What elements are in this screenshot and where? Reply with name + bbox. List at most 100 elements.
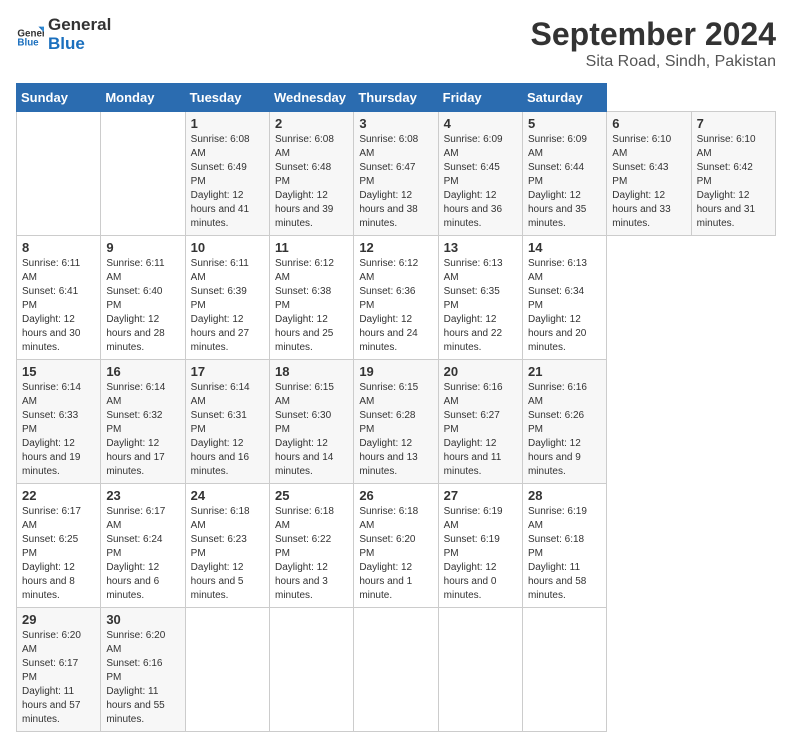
- table-row: 15 Sunrise: 6:14 AMSunset: 6:33 PMDaylig…: [17, 360, 101, 484]
- day-number: 20: [444, 364, 517, 379]
- calendar-body: 1 Sunrise: 6:08 AMSunset: 6:49 PMDayligh…: [17, 112, 776, 732]
- day-info: Sunrise: 6:09 AMSunset: 6:45 PMDaylight:…: [444, 134, 503, 229]
- day-info: Sunrise: 6:18 AMSunset: 6:23 PMDaylight:…: [191, 506, 250, 601]
- day-info: Sunrise: 6:08 AMSunset: 6:49 PMDaylight:…: [191, 134, 250, 229]
- day-info: Sunrise: 6:16 AMSunset: 6:27 PMDaylight:…: [444, 382, 503, 477]
- day-number: 3: [359, 116, 432, 131]
- day-info: Sunrise: 6:08 AMSunset: 6:48 PMDaylight:…: [275, 134, 334, 229]
- day-info: Sunrise: 6:12 AMSunset: 6:36 PMDaylight:…: [359, 258, 418, 353]
- day-number: 19: [359, 364, 432, 379]
- table-row: 13 Sunrise: 6:13 AMSunset: 6:35 PMDaylig…: [438, 236, 522, 360]
- table-row: [522, 608, 606, 732]
- day-number: 2: [275, 116, 348, 131]
- day-number: 11: [275, 240, 348, 255]
- day-number: 27: [444, 488, 517, 503]
- table-row: 12 Sunrise: 6:12 AMSunset: 6:36 PMDaylig…: [354, 236, 438, 360]
- day-number: 13: [444, 240, 517, 255]
- col-header-saturday: Saturday: [522, 84, 606, 112]
- table-row: 27 Sunrise: 6:19 AMSunset: 6:19 PMDaylig…: [438, 484, 522, 608]
- table-row: 28 Sunrise: 6:19 AMSunset: 6:18 PMDaylig…: [522, 484, 606, 608]
- day-info: Sunrise: 6:17 AMSunset: 6:25 PMDaylight:…: [22, 506, 81, 601]
- calendar-week-1: 1 Sunrise: 6:08 AMSunset: 6:49 PMDayligh…: [17, 112, 776, 236]
- day-number: 22: [22, 488, 95, 503]
- table-row: 17 Sunrise: 6:14 AMSunset: 6:31 PMDaylig…: [185, 360, 269, 484]
- day-info: Sunrise: 6:12 AMSunset: 6:38 PMDaylight:…: [275, 258, 334, 353]
- day-info: Sunrise: 6:11 AMSunset: 6:40 PMDaylight:…: [106, 258, 164, 353]
- title-block: September 2024 Sita Road, Sindh, Pakista…: [531, 16, 776, 71]
- table-row: 3 Sunrise: 6:08 AMSunset: 6:47 PMDayligh…: [354, 112, 438, 236]
- calendar-week-2: 8 Sunrise: 6:11 AMSunset: 6:41 PMDayligh…: [17, 236, 776, 360]
- col-header-tuesday: Tuesday: [185, 84, 269, 112]
- col-header-friday: Friday: [438, 84, 522, 112]
- day-info: Sunrise: 6:20 AMSunset: 6:16 PMDaylight:…: [106, 630, 165, 725]
- table-row: 1 Sunrise: 6:08 AMSunset: 6:49 PMDayligh…: [185, 112, 269, 236]
- table-row: 9 Sunrise: 6:11 AMSunset: 6:40 PMDayligh…: [101, 236, 185, 360]
- day-info: Sunrise: 6:13 AMSunset: 6:35 PMDaylight:…: [444, 258, 503, 353]
- table-row: 25 Sunrise: 6:18 AMSunset: 6:22 PMDaylig…: [269, 484, 353, 608]
- table-row: 24 Sunrise: 6:18 AMSunset: 6:23 PMDaylig…: [185, 484, 269, 608]
- day-number: 9: [106, 240, 179, 255]
- calendar-header-row: SundayMondayTuesdayWednesdayThursdayFrid…: [17, 84, 776, 112]
- day-number: 29: [22, 612, 95, 627]
- table-row: 18 Sunrise: 6:15 AMSunset: 6:30 PMDaylig…: [269, 360, 353, 484]
- day-number: 7: [697, 116, 770, 131]
- table-row: 11 Sunrise: 6:12 AMSunset: 6:38 PMDaylig…: [269, 236, 353, 360]
- table-row: [354, 608, 438, 732]
- page-header: General Blue General Blue September 2024…: [16, 16, 776, 71]
- location-subtitle: Sita Road, Sindh, Pakistan: [531, 53, 776, 71]
- empty-cell: [101, 112, 185, 236]
- table-row: 10 Sunrise: 6:11 AMSunset: 6:39 PMDaylig…: [185, 236, 269, 360]
- day-number: 12: [359, 240, 432, 255]
- day-number: 17: [191, 364, 264, 379]
- month-title: September 2024: [531, 16, 776, 53]
- table-row: 16 Sunrise: 6:14 AMSunset: 6:32 PMDaylig…: [101, 360, 185, 484]
- day-number: 30: [106, 612, 179, 627]
- day-number: 16: [106, 364, 179, 379]
- day-info: Sunrise: 6:18 AMSunset: 6:22 PMDaylight:…: [275, 506, 334, 601]
- col-header-wednesday: Wednesday: [269, 84, 353, 112]
- day-number: 15: [22, 364, 95, 379]
- day-number: 21: [528, 364, 601, 379]
- table-row: 8 Sunrise: 6:11 AMSunset: 6:41 PMDayligh…: [17, 236, 101, 360]
- day-info: Sunrise: 6:20 AMSunset: 6:17 PMDaylight:…: [22, 630, 81, 725]
- day-info: Sunrise: 6:10 AMSunset: 6:42 PMDaylight:…: [697, 134, 756, 229]
- day-number: 25: [275, 488, 348, 503]
- logo: General Blue General Blue: [16, 16, 111, 53]
- table-row: 4 Sunrise: 6:09 AMSunset: 6:45 PMDayligh…: [438, 112, 522, 236]
- table-row: 23 Sunrise: 6:17 AMSunset: 6:24 PMDaylig…: [101, 484, 185, 608]
- day-info: Sunrise: 6:14 AMSunset: 6:33 PMDaylight:…: [22, 382, 81, 477]
- logo-icon: General Blue: [16, 21, 44, 49]
- day-number: 23: [106, 488, 179, 503]
- day-info: Sunrise: 6:15 AMSunset: 6:30 PMDaylight:…: [275, 382, 334, 477]
- calendar-table: SundayMondayTuesdayWednesdayThursdayFrid…: [16, 83, 776, 732]
- table-row: [185, 608, 269, 732]
- col-header-monday: Monday: [101, 84, 185, 112]
- day-number: 28: [528, 488, 601, 503]
- col-header-thursday: Thursday: [354, 84, 438, 112]
- day-info: Sunrise: 6:17 AMSunset: 6:24 PMDaylight:…: [106, 506, 165, 601]
- table-row: [269, 608, 353, 732]
- day-number: 6: [612, 116, 685, 131]
- logo-line1: General: [48, 16, 111, 35]
- table-row: [438, 608, 522, 732]
- day-number: 14: [528, 240, 601, 255]
- table-row: 26 Sunrise: 6:18 AMSunset: 6:20 PMDaylig…: [354, 484, 438, 608]
- col-header-sunday: Sunday: [17, 84, 101, 112]
- table-row: 19 Sunrise: 6:15 AMSunset: 6:28 PMDaylig…: [354, 360, 438, 484]
- table-row: 7 Sunrise: 6:10 AMSunset: 6:42 PMDayligh…: [691, 112, 775, 236]
- day-info: Sunrise: 6:10 AMSunset: 6:43 PMDaylight:…: [612, 134, 671, 229]
- day-number: 1: [191, 116, 264, 131]
- table-row: 22 Sunrise: 6:17 AMSunset: 6:25 PMDaylig…: [17, 484, 101, 608]
- table-row: 21 Sunrise: 6:16 AMSunset: 6:26 PMDaylig…: [522, 360, 606, 484]
- day-number: 10: [191, 240, 264, 255]
- day-info: Sunrise: 6:13 AMSunset: 6:34 PMDaylight:…: [528, 258, 587, 353]
- day-info: Sunrise: 6:19 AMSunset: 6:18 PMDaylight:…: [528, 506, 587, 601]
- day-info: Sunrise: 6:15 AMSunset: 6:28 PMDaylight:…: [359, 382, 418, 477]
- day-info: Sunrise: 6:08 AMSunset: 6:47 PMDaylight:…: [359, 134, 418, 229]
- day-info: Sunrise: 6:11 AMSunset: 6:41 PMDaylight:…: [22, 258, 80, 353]
- day-info: Sunrise: 6:09 AMSunset: 6:44 PMDaylight:…: [528, 134, 587, 229]
- day-info: Sunrise: 6:16 AMSunset: 6:26 PMDaylight:…: [528, 382, 587, 477]
- day-number: 24: [191, 488, 264, 503]
- table-row: 29 Sunrise: 6:20 AMSunset: 6:17 PMDaylig…: [17, 608, 101, 732]
- svg-text:Blue: Blue: [17, 37, 39, 48]
